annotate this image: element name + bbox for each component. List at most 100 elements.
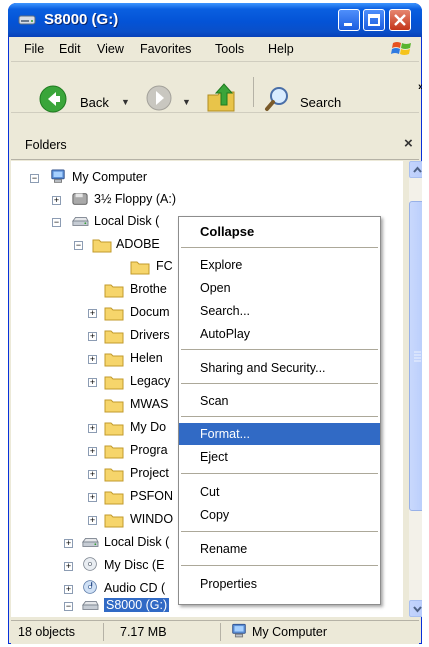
folder-icon [104, 491, 124, 505]
back-dropdown-icon[interactable]: ▼ [121, 97, 130, 107]
ctx-cut[interactable]: Cut [179, 481, 380, 503]
scroll-up-button[interactable] [409, 161, 422, 178]
expand-expander-icon[interactable]: + [88, 516, 97, 525]
collapse-expander-icon[interactable]: − [74, 241, 83, 250]
search-label: Search [300, 95, 342, 110]
scroll-down-button[interactable] [409, 600, 422, 617]
ctx-rename[interactable]: Rename [179, 538, 380, 560]
tree-item-my-computer[interactable]: − My Computer [18, 167, 218, 189]
menu-file[interactable]: File [24, 42, 44, 56]
tree-item-local-disk-c[interactable]: − Local Disk ( [18, 211, 178, 233]
tree-item-folder[interactable]: + PSFON [18, 486, 178, 508]
toolbar-overflow-icon[interactable]: » [418, 81, 422, 93]
tree-item-folder[interactable]: + WINDO [18, 509, 178, 531]
ctx-scan[interactable]: Scan [179, 390, 380, 412]
tree-item-folder[interactable]: − ADOBE [18, 234, 178, 256]
tree-item-label: WINDO [130, 512, 174, 526]
ctx-open[interactable]: Open [179, 277, 380, 299]
status-object-count: 18 objects [18, 625, 75, 639]
folder-icon [104, 445, 124, 459]
menu-view[interactable]: View [97, 42, 124, 56]
expand-expander-icon[interactable]: + [88, 309, 97, 318]
ctx-sharing-security[interactable]: Sharing and Security... [179, 357, 380, 379]
menu-edit[interactable]: Edit [59, 42, 81, 56]
menu-bar: File Edit View Favorites Tools Help [11, 37, 419, 62]
menu-tools[interactable]: Tools [215, 42, 244, 56]
ctx-separator [181, 565, 378, 566]
expand-expander-icon[interactable]: + [64, 539, 73, 548]
tree-item-folder[interactable]: + Progra [18, 440, 178, 462]
context-menu: Collapse Explore Open Search... AutoPlay… [178, 216, 381, 605]
tree-item-floppy[interactable]: + 3½ Floppy (A:) [18, 189, 218, 211]
folder-icon [104, 307, 124, 321]
collapse-expander-icon[interactable]: − [64, 602, 73, 611]
scrollbar-thumb[interactable] [409, 201, 422, 511]
title-bar[interactable]: S8000 (G:) [8, 3, 422, 37]
tree-item-local-disk[interactable]: + Local Disk ( [18, 532, 178, 554]
minimize-button[interactable] [338, 9, 360, 31]
tree-item-s8000-selected[interactable]: − S8000 (G:) [18, 595, 178, 617]
expand-expander-icon[interactable]: + [88, 332, 97, 341]
up-folder-button[interactable] [204, 81, 244, 115]
tree-item-label: FC [156, 259, 173, 273]
tree-item-folder[interactable]: + Legacy [18, 371, 178, 393]
tree-item-label: Helen [130, 351, 163, 365]
computer-icon [232, 623, 246, 638]
tree-item-folder[interactable]: + Helen [18, 348, 178, 370]
expand-expander-icon[interactable]: + [88, 447, 97, 456]
tree-item-my-disc[interactable]: + My Disc (E [18, 555, 178, 577]
expand-expander-icon[interactable]: + [88, 493, 97, 502]
expand-expander-icon[interactable]: + [64, 585, 73, 594]
tree-item-folder[interactable]: MWAS [18, 394, 178, 416]
tree-item-label: My Computer [72, 170, 148, 184]
search-icon [265, 87, 288, 111]
vertical-scrollbar[interactable] [409, 161, 422, 617]
ctx-eject[interactable]: Eject [179, 446, 380, 468]
tree-item-label: Brothe [130, 282, 167, 296]
expand-expander-icon[interactable]: + [88, 378, 97, 387]
collapse-expander-icon[interactable]: − [30, 174, 39, 183]
cd-drive-icon [83, 557, 97, 571]
expand-expander-icon[interactable]: + [88, 424, 97, 433]
tree-item-folder[interactable]: + Drivers [18, 325, 178, 347]
close-button[interactable] [389, 9, 411, 31]
ctx-search[interactable]: Search... [179, 300, 380, 322]
ctx-item-label: Collapse [200, 224, 255, 239]
tree-item-folder[interactable]: + My Do [18, 417, 178, 439]
ctx-autoplay[interactable]: AutoPlay [179, 323, 380, 345]
maximize-button[interactable] [363, 9, 385, 31]
back-label: Back [80, 95, 109, 110]
ctx-separator [181, 247, 378, 248]
ctx-collapse[interactable]: Collapse [179, 220, 380, 242]
ctx-explore[interactable]: Explore [179, 254, 380, 276]
back-arrow-icon [39, 85, 67, 113]
tree-item-label: Legacy [130, 374, 171, 388]
menu-help[interactable]: Help [268, 42, 294, 56]
grip-icon [414, 351, 421, 362]
tree-item-folder[interactable]: FC [18, 256, 178, 278]
chevron-down-icon [413, 606, 422, 613]
ctx-separator [181, 531, 378, 532]
forward-arrow-icon [146, 85, 172, 111]
forward-dropdown-icon[interactable]: ▼ [182, 97, 191, 107]
folder-icon [104, 399, 124, 413]
ctx-item-label: Rename [200, 542, 248, 556]
menu-favorites[interactable]: Favorites [140, 42, 191, 56]
tree-item-folder[interactable]: + Docum [18, 302, 178, 324]
tree-item-label: S8000 (G:) [104, 598, 170, 612]
tree-item-folder[interactable]: Brothe [18, 279, 178, 301]
forward-button[interactable] [145, 84, 173, 114]
expand-expander-icon[interactable]: + [52, 196, 61, 205]
ctx-properties[interactable]: Properties [179, 573, 380, 595]
folders-pane-close-icon[interactable]: × [404, 135, 413, 152]
expand-expander-icon[interactable]: + [64, 562, 73, 571]
tree-item-label: MWAS [130, 397, 169, 411]
ctx-item-label: Cut [200, 485, 220, 499]
expand-expander-icon[interactable]: + [88, 470, 97, 479]
tree-item-folder[interactable]: + Project [18, 463, 178, 485]
expand-expander-icon[interactable]: + [88, 355, 97, 364]
collapse-expander-icon[interactable]: − [52, 218, 61, 227]
ctx-copy[interactable]: Copy [179, 504, 380, 526]
ctx-format[interactable]: Format... [179, 423, 380, 445]
drive-title-icon [18, 11, 36, 27]
